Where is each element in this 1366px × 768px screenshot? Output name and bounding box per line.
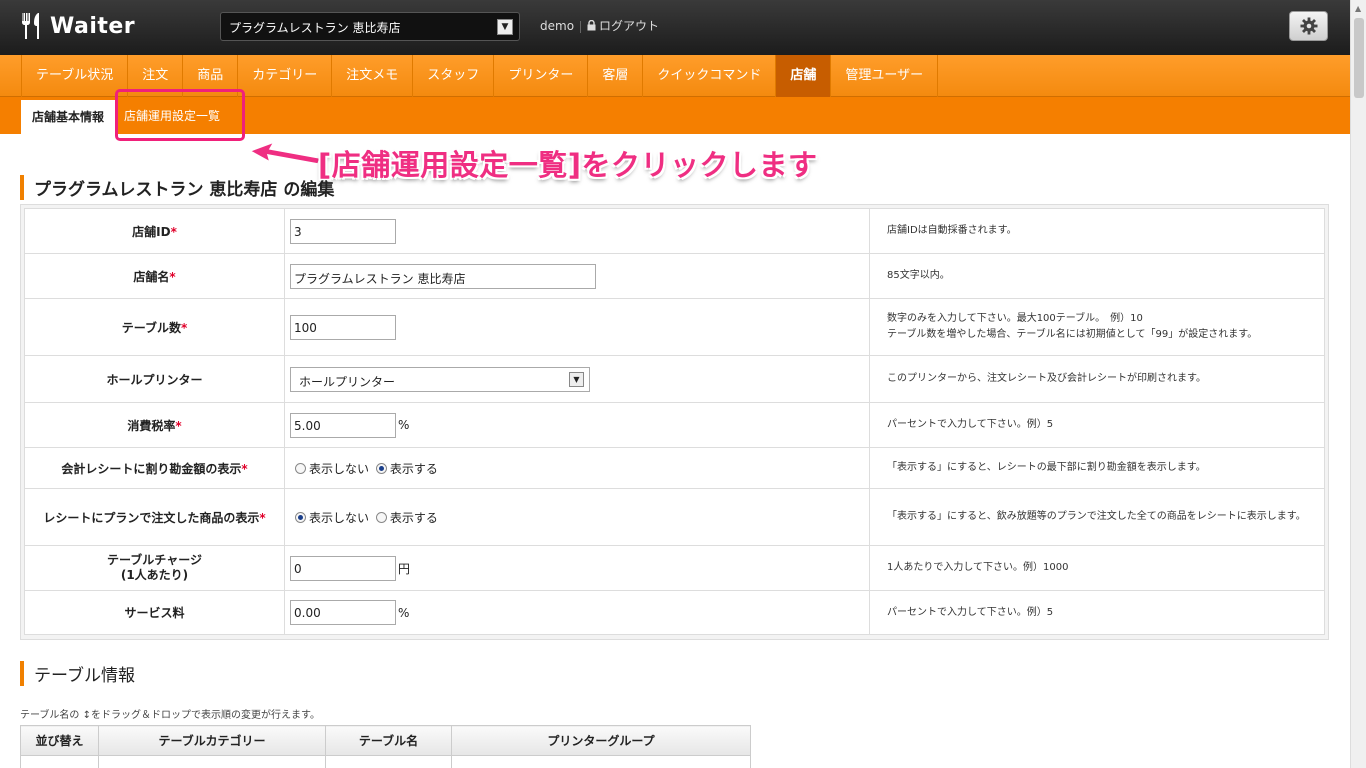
radio-label: 表示しない	[309, 461, 370, 476]
field-label: 消費税率	[127, 418, 176, 433]
help-text: 85文字以内。	[869, 253, 1325, 299]
annotation-text: [店舗運用設定一覧]をクリックします	[318, 148, 818, 182]
field-label: サービス料	[24, 590, 285, 635]
required-mark: *	[241, 461, 248, 476]
settings-button[interactable]	[1289, 11, 1328, 41]
nav-store[interactable]: 店舗	[776, 55, 832, 97]
field-label: テーブルチャージ	[107, 553, 202, 567]
table-list: 並び替え テーブルカテゴリー テーブル名 プリンターグループ	[20, 725, 751, 768]
help-text: パーセントで入力して下さい。例）5	[869, 590, 1325, 635]
nav-customer-type[interactable]: 客層	[588, 55, 644, 97]
radio-hide[interactable]	[295, 462, 306, 474]
subnav-store-basic[interactable]: 店舗基本情報	[21, 100, 115, 134]
edit-section-title: プラグラムレストラン 恵比寿店 の編集	[20, 175, 334, 200]
form-row-hall-printer: ホールプリンター ホールプリンター ▼ このプリンターから、注文レシート及び会計レ…	[24, 355, 1325, 403]
app-name: Waiter	[50, 13, 136, 39]
store-form: 店舗ID* 3 店舗IDは自動採番されます。 店舗名* プラグラムレストラン 恵…	[20, 204, 1329, 640]
user-area: demo ログアウト	[540, 17, 659, 34]
app-logo[interactable]: Waiter	[20, 10, 135, 42]
required-mark: *	[259, 510, 266, 525]
form-row-split-amount: 会計レシートに割り勘金額の表示* 表示しない 表示する 「表示する」にすると、レ…	[24, 447, 1325, 489]
table-section-title: テーブル情報	[20, 661, 135, 686]
radio-label: 表示する	[389, 461, 438, 476]
scrollbar-thumb[interactable]	[1354, 18, 1364, 98]
help-text: 1人あたりで入力して下さい。例）1000	[869, 545, 1325, 591]
required-mark: *	[170, 224, 177, 239]
logout-link[interactable]: ログアウト	[587, 19, 659, 33]
field-label: 店舗名	[133, 269, 170, 284]
form-row-store-name: 店舗名* プラグラムレストラン 恵比寿店 85文字以内。	[24, 253, 1325, 299]
radio-show[interactable]	[375, 511, 387, 523]
table-charge-field[interactable]: 0	[290, 555, 396, 581]
help-text: 数字のみを入力して下さい。最大100テーブル。 例）10	[887, 313, 1143, 324]
form-row-service-fee: サービス料 0.00% パーセントで入力して下さい。例）5	[24, 590, 1325, 635]
logout-label: ログアウト	[599, 19, 660, 33]
lock-icon	[587, 19, 596, 31]
username: demo	[540, 19, 575, 33]
chevron-down-icon: ▼	[569, 371, 584, 387]
required-mark: *	[169, 269, 176, 284]
unit-label: %	[398, 418, 410, 432]
table-header-row: 並び替え テーブルカテゴリー テーブル名 プリンターグループ	[20, 725, 751, 756]
form-row-store-id: 店舗ID* 3 店舗IDは自動採番されます。	[24, 208, 1325, 254]
field-label: レシートにプランで注文した商品の表示	[43, 510, 260, 525]
fork-knife-icon	[22, 13, 39, 39]
col-table-category: テーブルカテゴリー	[98, 725, 326, 756]
store-select[interactable]: プラグラムレストラン 恵比寿店 ▼	[220, 12, 520, 41]
chevron-down-icon: ▼	[497, 19, 513, 35]
store-select-value: プラグラムレストラン 恵比寿店	[229, 21, 401, 35]
form-row-tax-rate: 消費税率* 5.00% パーセントで入力して下さい。例）5	[24, 402, 1325, 448]
nav-categories[interactable]: カテゴリー	[238, 55, 333, 97]
unit-label: 円	[398, 561, 411, 576]
field-label: テーブル数	[121, 320, 181, 335]
help-text: 店舗IDは自動採番されます。	[869, 208, 1325, 254]
nav-staff[interactable]: スタッフ	[413, 55, 495, 97]
table-row	[20, 755, 751, 768]
help-text: テーブル数を増やした場合、テーブル名には初期値として「99」が設定されます。	[887, 329, 1258, 340]
col-sort: 並び替え	[20, 725, 99, 756]
divider	[580, 20, 582, 33]
subnav-store-operation[interactable]: 店舗運用設定一覧	[124, 107, 220, 124]
hall-printer-value: ホールプリンター	[299, 374, 396, 389]
help-text: パーセントで入力して下さい。例）5	[869, 402, 1325, 448]
form-row-table-count: テーブル数* 100 数字のみを入力して下さい。最大100テーブル。 例）10 テ…	[24, 298, 1325, 356]
required-mark: *	[175, 418, 182, 433]
table-note: テーブル名の ↕をドラッグ＆ドロップで表示順の変更が行えます。	[20, 710, 320, 721]
nav-quick-command[interactable]: クイックコマンド	[643, 55, 777, 97]
radio-label: 表示する	[389, 510, 438, 525]
help-text: このプリンターから、注文レシート及び会計レシートが印刷されます。	[869, 355, 1325, 403]
col-printer-group: プリンターグループ	[451, 725, 751, 756]
nav-table-status[interactable]: テーブル状況	[22, 55, 129, 97]
radio-show[interactable]	[375, 462, 387, 474]
scroll-up-icon[interactable]: ▲	[1355, 4, 1361, 13]
nav-order-memo[interactable]: 注文メモ	[332, 55, 414, 97]
radio-hide[interactable]	[295, 511, 306, 523]
scrollbar[interactable]: ▲	[1350, 0, 1366, 768]
hall-printer-select[interactable]: ホールプリンター ▼	[290, 366, 590, 392]
nav-printers[interactable]: プリンター	[494, 55, 589, 97]
help-text: 「表示する」にすると、飲み放題等のプランで注文した全ての商品をレシートに表示しま…	[869, 488, 1325, 546]
field-label: 店舗ID	[132, 224, 171, 239]
required-mark: *	[181, 320, 188, 335]
gear-icon	[1300, 17, 1317, 35]
callout-arrow-icon	[248, 140, 321, 165]
top-bar: Waiter プラグラムレストラン 恵比寿店 ▼ demo ログアウト	[0, 0, 1350, 55]
tax-rate-field[interactable]: 5.00	[290, 412, 396, 438]
nav-admin-users[interactable]: 管理ユーザー	[831, 55, 939, 97]
help-text: 「表示する」にすると、レシートの最下部に割り勘金額を表示します。	[869, 447, 1325, 489]
field-label: ホールプリンター	[24, 355, 285, 403]
table-count-field[interactable]: 100	[290, 314, 396, 340]
radio-label: 表示しない	[309, 510, 370, 525]
store-name-field[interactable]: プラグラムレストラン 恵比寿店	[290, 263, 596, 289]
unit-label: %	[398, 605, 410, 620]
form-row-plan-items: レシートにプランで注文した商品の表示* 表示しない 表示する 「表示する」にする…	[24, 488, 1325, 546]
field-label-sub: (1人あたり)	[120, 568, 189, 582]
service-fee-field[interactable]: 0.00	[290, 600, 396, 625]
form-row-table-charge: テーブルチャージ (1人あたり) 0円 1人あたりで入力して下さい。例）1000	[24, 545, 1325, 591]
col-table-name: テーブル名	[325, 725, 452, 756]
store-id-field[interactable]: 3	[290, 218, 396, 244]
field-label: 会計レシートに割り勘金額の表示	[61, 461, 242, 476]
